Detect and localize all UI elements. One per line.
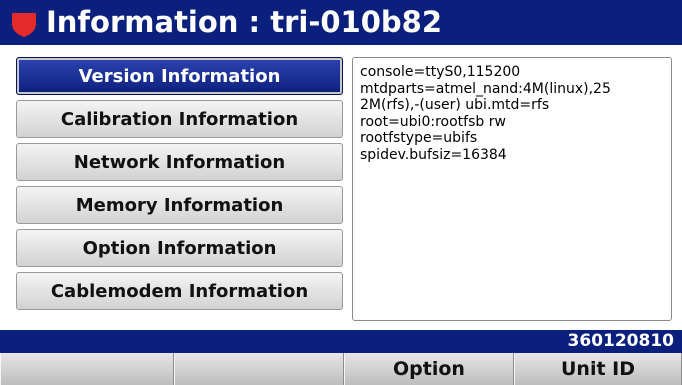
title-bar: Information : tri-010b82: [0, 0, 682, 45]
softkey-bar: Option Unit ID: [0, 353, 682, 385]
details-line: spidev.bufsiz=16384: [360, 146, 507, 163]
network-information-button[interactable]: Network Information: [16, 143, 343, 181]
unit-id-softkey[interactable]: Unit ID: [514, 353, 682, 385]
details-line: root=ubi0:rootfsb rw: [360, 113, 506, 130]
shield-icon: [12, 13, 36, 37]
memory-information-button[interactable]: Memory Information: [16, 186, 343, 224]
version-details-panel: console=ttyS0,115200 mtdparts=atmel_nand…: [352, 57, 672, 321]
version-information-button[interactable]: Version Information: [16, 57, 343, 95]
details-line: mtdparts=atmel_nand:4M(linux),25: [360, 80, 611, 97]
page-title: Information : tri-010b82: [46, 5, 443, 39]
softkey-2[interactable]: [174, 353, 344, 385]
option-softkey[interactable]: Option: [344, 353, 514, 385]
softkey-1[interactable]: [0, 353, 174, 385]
details-line: rootfstype=ubifs: [360, 130, 478, 146]
calibration-information-button[interactable]: Calibration Information: [16, 100, 343, 138]
option-information-button[interactable]: Option Information: [16, 229, 343, 267]
serial-number: 360120810: [567, 331, 674, 351]
cablemodem-information-button[interactable]: Cablemodem Information: [16, 272, 343, 310]
status-bar: 360120810: [0, 330, 682, 353]
details-line: 2M(rfs),-(user) ubi.mtd=rfs: [360, 97, 550, 113]
details-line: console=ttyS0,115200: [360, 64, 521, 80]
